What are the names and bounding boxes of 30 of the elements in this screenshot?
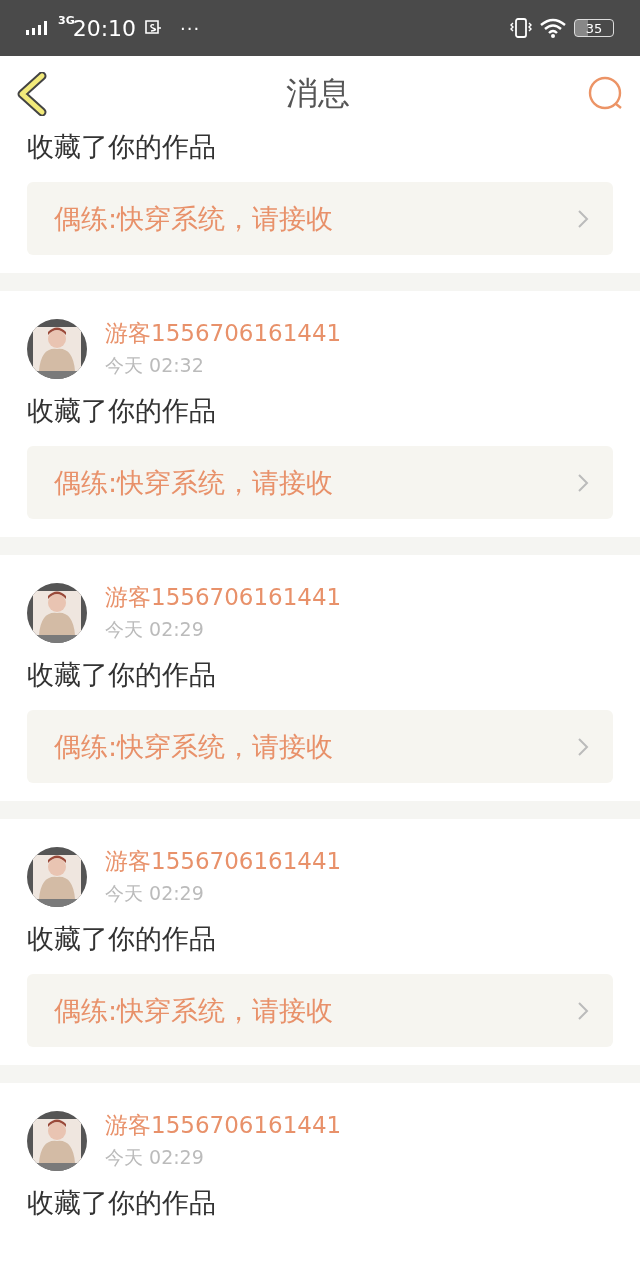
user-name[interactable]: 游客1556706161441 xyxy=(105,318,342,349)
chevron-icon xyxy=(577,1000,589,1021)
more-notifications: ··· xyxy=(180,17,201,39)
message-time: 今天 02:29 xyxy=(105,1145,205,1170)
message-text: 收藏了你的作品 xyxy=(27,130,217,164)
vibrate-icon xyxy=(510,17,532,39)
work-link[interactable]: 偶练:快穿系统，请接收 xyxy=(27,974,613,1047)
signal-icon xyxy=(26,21,50,35)
back-icon[interactable] xyxy=(16,72,48,116)
message-time: 今天 02:29 xyxy=(105,881,205,906)
work-link[interactable]: 偶练:快穿系统，请接收 xyxy=(27,182,613,255)
message-text: 收藏了你的作品 xyxy=(27,1186,217,1220)
message-text: 收藏了你的作品 xyxy=(27,394,217,428)
work-link[interactable]: 偶练:快穿系统，请接收 xyxy=(27,446,613,519)
message-text: 收藏了你的作品 xyxy=(27,658,217,692)
chevron-icon xyxy=(577,472,589,493)
message-time: 今天 02:29 xyxy=(105,617,205,642)
page-title: 消息 xyxy=(286,73,350,114)
work-link[interactable]: 偶练:快穿系统，请接收 xyxy=(27,710,613,783)
network-type: 3G xyxy=(58,14,75,26)
message-time: 今天 02:32 xyxy=(105,353,205,378)
user-name[interactable]: 游客1556706161441 xyxy=(105,582,342,613)
user-name[interactable]: 游客1556706161441 xyxy=(105,1110,342,1141)
notification-icon xyxy=(144,19,163,37)
chevron-icon xyxy=(577,736,589,757)
message-text: 收藏了你的作品 xyxy=(27,922,217,956)
wifi-icon xyxy=(540,18,566,38)
chevron-icon xyxy=(577,208,589,229)
battery-indicator: 35 xyxy=(574,19,614,37)
user-name[interactable]: 游客1556706161441 xyxy=(105,846,342,877)
